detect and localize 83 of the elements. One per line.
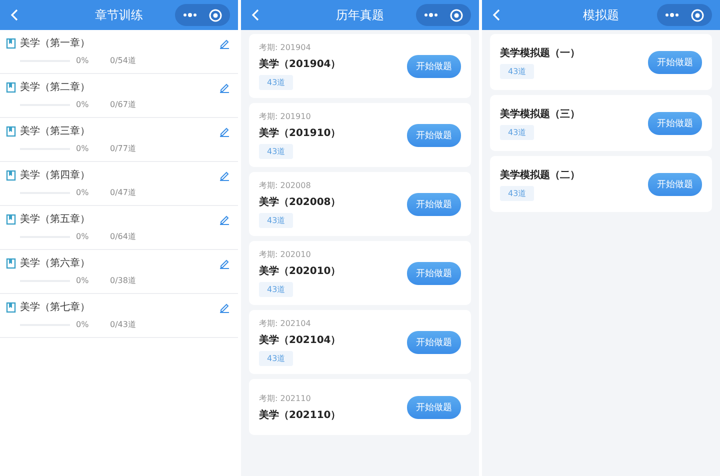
book-icon [6,214,16,224]
question-count-tag: 43道 [500,124,534,140]
question-count-tag: 43道 [259,144,294,159]
progress-percent: 0% [76,188,90,197]
start-button[interactable]: 开始做题 [407,54,461,78]
exam-period: 考期: 202110 [259,392,311,404]
question-count-tag: 43道 [500,186,534,200]
exam-title: 美学（202104） [259,333,341,347]
chapter-row[interactable]: 美学（第一章） 0% 0/54道 [0,30,238,74]
progress-percent: 0% [76,56,90,65]
page-title: 模拟题 [583,6,619,24]
exam-title: 美学模拟题（三） [500,107,580,120]
chapter-title: 美学（第三章） [20,124,90,138]
question-count: 0/67道 [110,99,136,110]
start-button[interactable]: 开始做题 [407,192,461,216]
exam-period: 考期: 202104 [259,318,311,329]
exam-title: 美学（202110） [259,408,341,422]
pencil-icon[interactable] [219,214,230,224]
back-icon[interactable] [10,9,18,21]
book-icon [6,82,16,92]
exam-period: 考期: 201904 [259,42,311,53]
start-button[interactable]: 开始做题 [648,172,702,196]
progress-percent: 0% [76,144,90,153]
back-icon[interactable] [492,9,500,21]
chapter-title: 美学（第四章） [20,168,90,182]
exam-title: 美学（201910） [259,126,341,140]
chapter-row[interactable]: 美学（第五章） 0% 0/64道 [0,206,238,250]
chapter-title: 美学（第五章） [20,212,90,226]
exam-period: 考期: 202008 [259,180,311,191]
progress-percent: 0% [76,232,90,241]
chapter-row[interactable]: 美学（第七章） 0% 0/43道 [0,294,238,338]
chapter-title: 美学（第六章） [20,256,90,270]
start-button[interactable]: 开始做题 [407,262,461,284]
book-icon [6,126,16,136]
start-button[interactable]: 开始做题 [648,112,702,134]
start-button[interactable]: 开始做题 [648,50,702,74]
start-button[interactable]: 开始做题 [407,330,461,354]
question-count-tag: 43道 [259,75,294,90]
more-icon[interactable] [665,13,679,17]
chapter-row[interactable]: 美学（第二章） 0% 0/67道 [0,74,238,118]
exam-title: 美学模拟题（一） [500,46,580,60]
start-button[interactable]: 开始做题 [407,396,461,418]
exam-title: 美学（201904） [259,57,341,71]
chapter-row[interactable]: 美学（第六章） 0% 0/38道 [0,250,238,294]
question-count: 0/47道 [110,187,136,198]
exam-title: 美学（202008） [259,195,341,209]
chapter-row[interactable]: 美学（第四章） 0% 0/47道 [0,162,238,206]
book-icon [6,302,16,312]
question-count-tag: 43道 [259,213,294,228]
question-count-tag: 43道 [259,282,294,297]
chapter-title: 美学（第一章） [20,36,90,50]
back-icon[interactable] [251,9,259,21]
chapter-row[interactable]: 美学（第三章） 0% 0/77道 [0,118,238,162]
exam-period: 考期: 201910 [259,111,311,122]
book-icon [6,38,16,48]
more-icon[interactable] [424,13,438,17]
question-count: 0/43道 [110,319,136,330]
chapter-title: 美学（第七章） [20,300,90,314]
pencil-icon[interactable] [219,170,230,180]
progress-percent: 0% [76,320,90,329]
book-icon [6,170,16,180]
pencil-icon[interactable] [219,82,230,92]
question-count: 0/64道 [110,231,136,242]
exam-title: 美学（202010） [259,264,341,278]
pencil-icon[interactable] [219,258,230,268]
page-title: 历年真题 [336,6,384,24]
chapter-title: 美学（第二章） [20,80,90,94]
exam-title: 美学模拟题（二） [500,168,580,182]
question-count-tag: 43道 [500,64,534,78]
pencil-icon[interactable] [219,38,230,48]
question-count: 0/54道 [110,55,136,66]
book-icon [6,258,16,268]
question-count: 0/38道 [110,275,136,286]
question-count-tag: 43道 [259,351,294,366]
more-icon[interactable] [183,13,197,17]
progress-percent: 0% [76,276,90,285]
page-title: 章节训练 [95,6,143,24]
pencil-icon[interactable] [219,302,230,312]
exam-period: 考期: 202010 [259,249,311,260]
progress-percent: 0% [76,100,90,109]
pencil-icon[interactable] [219,126,230,136]
question-count: 0/77道 [110,143,136,154]
start-button[interactable]: 开始做题 [407,124,461,146]
